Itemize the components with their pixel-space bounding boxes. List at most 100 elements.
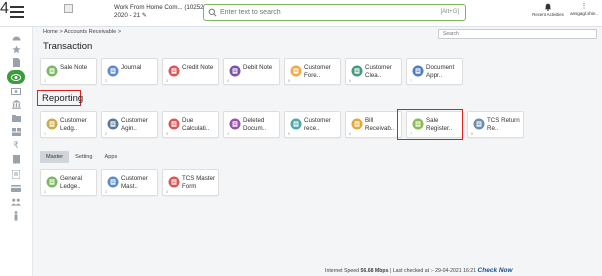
transaction-title: Transaction (43, 41, 93, 52)
tile-sale-note[interactable]: Sale Note 1 (40, 58, 97, 85)
tile-label: TCS Return Re.. (487, 117, 520, 132)
sale-register-highlight (397, 109, 463, 140)
tile-label: Customer Clea.. (365, 64, 392, 79)
user-name: ansgagl.shin.. (570, 11, 598, 16)
tile-label: Document Appr.. (426, 64, 455, 79)
folder-icon[interactable] (11, 113, 21, 123)
tile-number: 4 (227, 79, 229, 83)
check-now-link[interactable]: Check Now (478, 267, 513, 274)
customer-clearance-icon (351, 64, 363, 77)
tile-label: Credit Note (182, 64, 214, 71)
person-icon[interactable] (11, 211, 21, 221)
tile-number: 1 (44, 190, 46, 194)
tile-label: Journal (121, 64, 142, 71)
user-menu[interactable]: ⋮ ansgagl.shin.. (567, 3, 601, 16)
tile-bill-receivable[interactable]: Bill Receivab.. 6 (345, 111, 402, 138)
tile-deleted-document[interactable]: Deleted Docum.. 4 (223, 111, 280, 138)
tile-number: 3 (166, 190, 168, 194)
breadcrumb-separator: > (117, 29, 122, 35)
document-icon[interactable] (11, 57, 21, 67)
tile-label: General Ledge.. (60, 175, 83, 190)
bank-icon[interactable] (11, 99, 21, 109)
tile-number: 1 (44, 132, 46, 136)
tile-label: Customer rece.. (304, 117, 331, 132)
page-search-input[interactable] (438, 29, 597, 39)
sidebar: ₹ (0, 27, 33, 276)
tab-master[interactable]: Master (40, 151, 70, 163)
tile-number: 1 (44, 79, 46, 83)
tile-label: Customer Fore.. (304, 64, 331, 79)
tile-number: 5 (288, 79, 290, 83)
tile-number: 6 (349, 79, 351, 83)
bell-icon (544, 3, 552, 11)
more-vertical-icon: ⋮ (580, 3, 588, 10)
tile-number: 2 (105, 190, 107, 194)
search-input[interactable] (220, 7, 420, 18)
tile-general-ledger[interactable]: General Ledge.. 1 (40, 169, 97, 196)
tile-customer-ledger[interactable]: Customer Ledg.. 1 (40, 111, 97, 138)
tile-tcs-return[interactable]: TCS Return Re.. 8 (467, 111, 524, 138)
tile-number: 7 (410, 79, 412, 83)
tile-customer-receipt[interactable]: Customer rece.. 5 (284, 111, 341, 138)
card-icon[interactable] (11, 183, 21, 193)
bill-receivable-icon (351, 117, 363, 130)
global-search[interactable]: [Alt+G] (203, 4, 466, 21)
company-logo (64, 4, 73, 13)
tile-debit-note[interactable]: Debit Note 4 (223, 58, 280, 85)
tile-number: 2 (105, 79, 107, 83)
internet-speed-label: Internet Speed (325, 268, 360, 274)
tcs-return-icon (473, 117, 485, 130)
breadcrumb-home[interactable]: Home (43, 29, 58, 35)
receipt-icon[interactable] (11, 154, 21, 164)
debit-note-icon (229, 64, 241, 77)
tile-customer-master[interactable]: Customer Mast.. 2 (101, 169, 158, 196)
status-footer: Internet Speed 56.68 Mbps | Last checked… (325, 267, 513, 274)
customer-ledger-icon (46, 117, 58, 130)
tcs-master-icon (168, 175, 180, 188)
recent-activities-label: Recent Activities (532, 12, 564, 17)
tile-tcs-master[interactable]: TCS Master Form 3 (162, 169, 219, 196)
customer-receipt-icon (290, 117, 302, 130)
tile-customer-ageing[interactable]: Customer Agin.. 2 (101, 111, 158, 138)
general-ledger-icon (46, 175, 58, 188)
tile-number: 3 (166, 79, 168, 83)
hamburger-menu-icon[interactable] (10, 6, 24, 18)
customer-master-icon (107, 175, 119, 188)
credit-note-icon (168, 64, 180, 77)
tile-number: 6 (349, 132, 351, 136)
inventory-icon[interactable] (11, 127, 21, 137)
tile-credit-note[interactable]: Credit Note 3 (162, 58, 219, 85)
tile-label: Sale Note (60, 64, 88, 71)
tile-journal[interactable]: Journal 2 (101, 58, 158, 85)
star-icon[interactable] (11, 44, 21, 54)
main-content: Home > Accounts Receivable > Transaction… (33, 27, 602, 276)
tile-number: 8 (471, 132, 473, 136)
tile-number: 4 (227, 132, 229, 136)
tile-document-approval[interactable]: Document Appr.. 7 (406, 58, 463, 85)
users-icon[interactable] (11, 197, 21, 207)
edit-icon[interactable]: ✎ (142, 12, 147, 19)
company-selector[interactable]: Work From Home Com... (10252) ▼ 2020 - 2… (114, 4, 212, 20)
tile-customer-forecast[interactable]: Customer Fore.. 5 (284, 58, 341, 85)
breadcrumb-separator: > (59, 29, 63, 35)
cash-icon[interactable] (11, 86, 21, 96)
report-icon[interactable] (11, 169, 21, 179)
eye-icon[interactable] (7, 70, 25, 84)
tile-label: Customer Mast.. (121, 175, 148, 190)
due-calculation-icon (168, 117, 180, 130)
search-icon (208, 8, 217, 17)
tab-apps[interactable]: Apps (99, 151, 124, 163)
tile-number: 3 (166, 132, 168, 136)
dashboard-icon[interactable] (11, 32, 21, 42)
tile-customer-clearance[interactable]: Customer Clea.. 6 (345, 58, 402, 85)
tab-bar: Master Setting Apps (40, 151, 123, 163)
recent-activities-button[interactable]: Recent Activities (530, 3, 566, 17)
search-shortcut: [Alt+G] (440, 9, 459, 15)
tile-label: Due Calculati.. (182, 117, 210, 132)
last-checked: Last checked at :- 29-04-2021 16:21 (392, 268, 477, 274)
tile-due-calculation[interactable]: Due Calculati.. 3 (162, 111, 219, 138)
tile-number: 5 (288, 132, 290, 136)
breadcrumb-current[interactable]: Accounts Receivable (64, 29, 116, 35)
rupee-icon[interactable]: ₹ (11, 140, 21, 150)
tab-setting[interactable]: Setting (69, 151, 98, 163)
